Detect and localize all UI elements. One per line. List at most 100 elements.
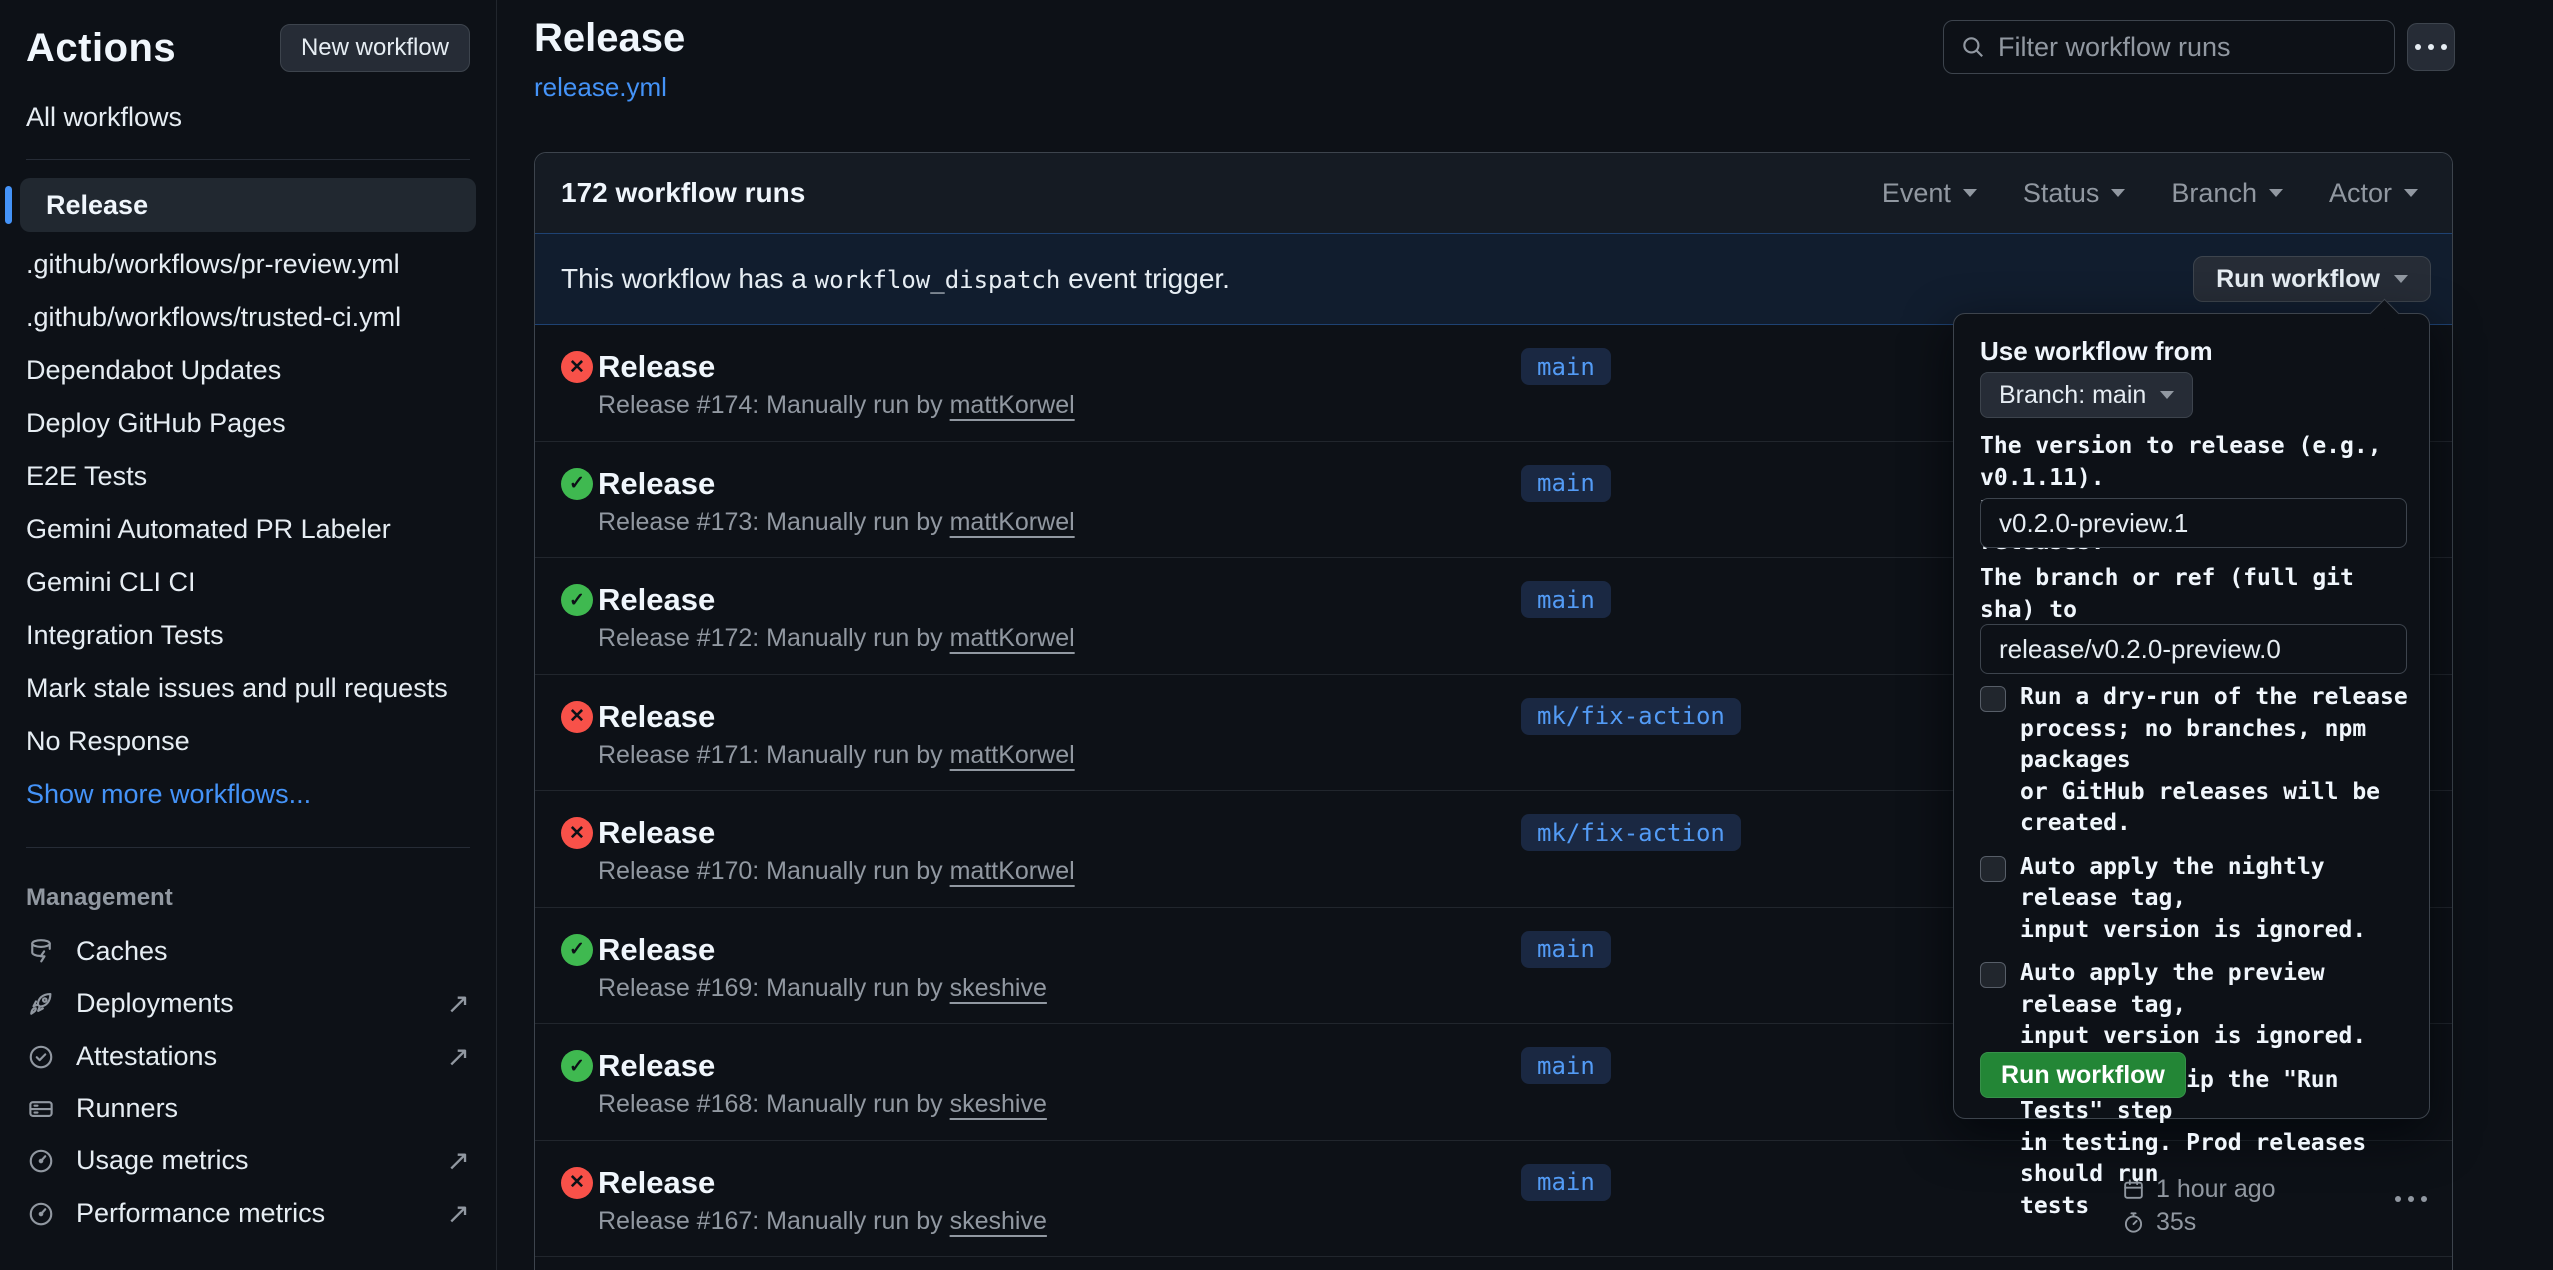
checkbox[interactable] xyxy=(1980,856,2006,882)
run-title[interactable]: Release xyxy=(598,1165,715,1201)
search-icon xyxy=(1960,34,1986,60)
sidebar-divider xyxy=(26,159,470,160)
run-title[interactable]: Release xyxy=(598,1048,715,1084)
sidebar-workflow-item[interactable]: E2E Tests xyxy=(0,450,496,503)
run-branch-pill[interactable]: main xyxy=(1521,465,1611,502)
sidebar-workflow-item[interactable]: Mark stale issues and pull requests xyxy=(0,662,496,715)
sidebar-workflow-item[interactable]: Deploy GitHub Pages xyxy=(0,397,496,450)
runs-filter-label: Status xyxy=(2023,178,2100,209)
run-branch-pill[interactable]: main xyxy=(1521,581,1611,618)
run-title[interactable]: Release xyxy=(598,815,715,851)
run-actor-link[interactable]: mattKorwel xyxy=(950,624,1075,652)
management-item-icon xyxy=(26,937,56,967)
sidebar-item-all-workflows[interactable]: All workflows xyxy=(26,102,470,133)
management-item-icon xyxy=(26,1199,56,1229)
chevron-down-icon xyxy=(1963,189,1977,197)
management-item[interactable]: Deployments xyxy=(0,977,496,1030)
run-description: Release #167: Manually run by skeshive xyxy=(598,1207,1047,1236)
run-title[interactable]: Release xyxy=(598,932,715,968)
chevron-down-icon xyxy=(2404,189,2418,197)
checkbox[interactable] xyxy=(1980,962,2006,988)
sidebar-workflow-item[interactable]: Integration Tests xyxy=(0,609,496,662)
sidebar-workflow-item[interactable]: .github/workflows/pr-review.yml xyxy=(0,238,496,291)
runs-filter-dropdown[interactable]: Status xyxy=(2023,178,2126,209)
run-branch-pill[interactable]: mk/fix-action xyxy=(1521,814,1741,851)
run-actor-link[interactable]: skeshive xyxy=(950,1207,1047,1235)
checkbox-label: Auto apply the preview release tag, inpu… xyxy=(2020,958,2409,1053)
run-status-icon xyxy=(561,817,593,849)
run-branch-pill[interactable]: main xyxy=(1521,1047,1611,1084)
management-item[interactable]: Runners xyxy=(0,1083,496,1134)
management-list: Caches Deployments Attestations Runners xyxy=(0,926,496,1240)
run-status-icon xyxy=(561,351,593,383)
run-actor-link[interactable]: mattKorwel xyxy=(950,508,1075,536)
dispatch-banner-text: This workflow has a workflow_dispatch ev… xyxy=(561,263,1230,295)
run-status-icon xyxy=(561,584,593,616)
run-title[interactable]: Release xyxy=(598,349,715,385)
run-workflow-submit-button[interactable]: Run workflow xyxy=(1980,1052,2186,1098)
page-title: Release xyxy=(534,16,685,61)
management-item[interactable]: Performance metrics xyxy=(0,1187,496,1240)
run-branch-pill[interactable]: main xyxy=(1521,931,1611,968)
run-status-icon xyxy=(561,701,593,733)
run-workflow-dropdown-button[interactable]: Run workflow xyxy=(2193,256,2431,302)
filter-workflow-runs-input[interactable] xyxy=(1998,32,2378,63)
run-title[interactable]: Release xyxy=(598,582,715,618)
run-title[interactable]: Release xyxy=(598,699,715,735)
runs-panel-header: 172 workflow runs Event Status Branch xyxy=(535,153,2452,233)
dispatch-option: Run a dry-run of the release process; no… xyxy=(1980,682,2409,840)
management-item[interactable]: Attestations xyxy=(0,1030,496,1083)
external-link-icon xyxy=(447,1144,470,1177)
dispatch-options-list: Run a dry-run of the release process; no… xyxy=(1980,682,2409,1222)
management-item-label: Usage metrics xyxy=(76,1145,249,1176)
run-branch-pill[interactable]: main xyxy=(1521,1164,1611,1201)
run-actor-link[interactable]: skeshive xyxy=(950,974,1047,1002)
sidebar-workflow-item[interactable]: .github/workflows/trusted-ci.yml xyxy=(0,291,496,344)
sidebar-workflow-item[interactable]: Gemini Automated PR Labeler xyxy=(0,503,496,556)
run-actor-link[interactable]: skeshive xyxy=(950,1090,1047,1118)
external-link-icon xyxy=(447,1040,470,1073)
runs-filter-label: Actor xyxy=(2329,178,2392,209)
run-status-icon xyxy=(561,1050,593,1082)
management-item[interactable]: Usage metrics xyxy=(0,1134,496,1187)
runs-filter-dropdown[interactable]: Actor xyxy=(2329,178,2418,209)
checkbox-label: Run a dry-run of the release process; no… xyxy=(2020,682,2409,840)
sidebar-workflow-list: .github/workflows/pr-review.yml .github/… xyxy=(0,238,496,768)
branch-select-button[interactable]: Branch: main xyxy=(1980,372,2193,418)
run-actor-link[interactable]: mattKorwel xyxy=(950,857,1075,885)
sidebar-workflow-item[interactable]: Gemini CLI CI xyxy=(0,556,496,609)
external-link-icon xyxy=(447,987,470,1020)
run-branch-pill[interactable]: mk/fix-action xyxy=(1521,698,1741,735)
dispatch-option: Auto apply the nightly release tag, inpu… xyxy=(1980,852,2409,947)
ref-input[interactable] xyxy=(1980,624,2407,674)
management-item[interactable]: Caches xyxy=(0,926,496,977)
sidebar-workflow-item[interactable]: No Response xyxy=(0,715,496,768)
version-input[interactable] xyxy=(1980,498,2407,548)
filter-workflow-runs-box xyxy=(1943,20,2395,74)
new-workflow-button[interactable]: New workflow xyxy=(280,24,470,72)
runs-filter-dropdown[interactable]: Event xyxy=(1882,178,1977,209)
run-actor-link[interactable]: mattKorwel xyxy=(950,741,1075,769)
show-more-workflows-link[interactable]: Show more workflows... xyxy=(0,768,496,821)
run-description: Release #169: Manually run by skeshive xyxy=(598,974,1047,1003)
management-item-label: Deployments xyxy=(76,988,234,1019)
run-title[interactable]: Release xyxy=(598,466,715,502)
run-description: Release #171: Manually run by mattKorwel xyxy=(598,741,1075,770)
checkbox[interactable] xyxy=(1980,686,2006,712)
workflow-file-link[interactable]: release.yml xyxy=(534,72,667,103)
chevron-down-icon xyxy=(2394,275,2408,283)
runs-filter-dropdown[interactable]: Branch xyxy=(2171,178,2283,209)
management-item-icon xyxy=(26,1042,56,1072)
run-description: Release #170: Manually run by mattKorwel xyxy=(598,857,1075,886)
sidebar-item-release-selected[interactable]: Release xyxy=(20,178,476,232)
management-item-icon xyxy=(26,1094,56,1124)
runs-filter-label: Event xyxy=(1882,178,1951,209)
actions-sidebar: Actions New workflow All workflows Relea… xyxy=(0,0,497,1270)
run-actor-link[interactable]: mattKorwel xyxy=(950,391,1075,419)
run-branch-pill[interactable]: main xyxy=(1521,348,1611,385)
run-workflow-dropdown-panel: Use workflow from Branch: main The versi… xyxy=(1953,313,2430,1119)
chevron-down-icon xyxy=(2111,189,2125,197)
sidebar-workflow-item[interactable]: Dependabot Updates xyxy=(0,344,496,397)
sidebar-title: Actions xyxy=(26,26,176,71)
workflow-options-kebab-button[interactable] xyxy=(2407,23,2455,71)
